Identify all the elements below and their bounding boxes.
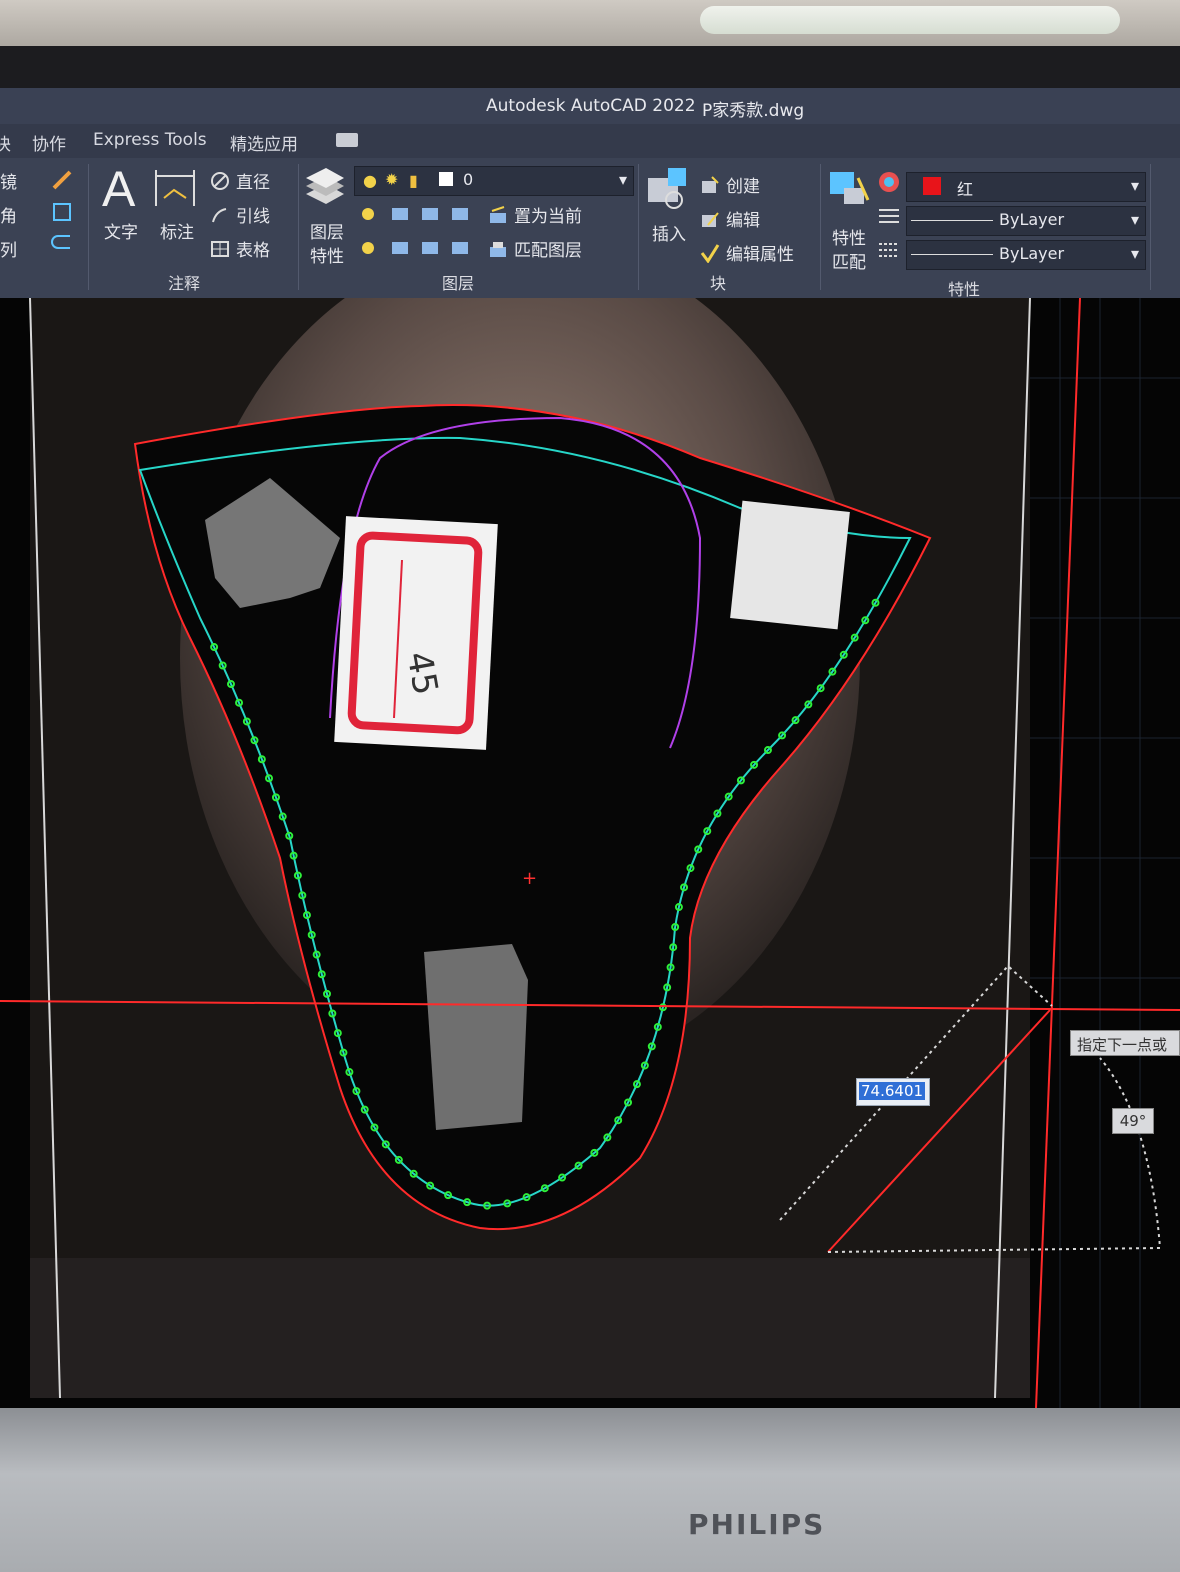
- match-properties-line1[interactable]: 特性: [832, 224, 866, 249]
- lock-icon: ▮: [409, 171, 418, 190]
- drawing-area[interactable]: 45 +: [0, 298, 1180, 1408]
- edit-attributes-icon: [700, 243, 720, 263]
- ceiling-lamp: [700, 6, 1120, 34]
- tab-express-tools[interactable]: Express Tools: [93, 130, 207, 150]
- edit-block-icon: [702, 211, 719, 227]
- crosshair-vertical: [1035, 298, 1081, 1408]
- file-name: P家秀款.dwg: [702, 101, 805, 121]
- tab-collaborate[interactable]: 协作: [32, 130, 66, 155]
- insert-icon[interactable]: [646, 166, 690, 212]
- label-sticker: [334, 516, 498, 750]
- autocad-window: Autodesk AutoCAD 2022 P家秀款.dwg 块 协作 Expr…: [0, 88, 1180, 1408]
- edit-block-button[interactable]: 编辑: [700, 206, 760, 231]
- create-block-button[interactable]: 创建: [700, 172, 760, 197]
- table-label: 表格: [236, 241, 270, 261]
- create-block-icon: [702, 175, 719, 193]
- table-button[interactable]: 表格: [210, 236, 270, 261]
- create-block-label: 创建: [726, 177, 760, 197]
- diameter-icon: [211, 171, 229, 190]
- color-swatch: [923, 177, 941, 195]
- set-current-label: 置为当前: [514, 207, 582, 227]
- match-layer-label: 匹配图层: [514, 241, 582, 261]
- lineweight-dropdown[interactable]: ByLayer ▾: [906, 206, 1146, 236]
- ribbon-tabs: 块 协作 Express Tools 精选应用: [0, 124, 1180, 158]
- sun-icon: ✹: [385, 170, 399, 189]
- set-current-button[interactable]: 置为当前: [488, 202, 582, 227]
- color-value: 红: [957, 180, 974, 199]
- tab-featured-apps[interactable]: 精选应用: [230, 130, 298, 155]
- ribbon-stub-1[interactable]: 镜: [0, 168, 17, 193]
- label-sticker-text: 45: [399, 649, 446, 699]
- monitor-bezel-top: [0, 46, 1180, 90]
- match-properties-line2[interactable]: 匹配: [832, 248, 866, 273]
- room-ceiling: [0, 0, 1180, 52]
- drawing-canvas[interactable]: 45 +: [0, 298, 1180, 1408]
- properties-panel-label[interactable]: 特性: [948, 276, 980, 300]
- edit-block-label: 编辑: [726, 211, 760, 231]
- current-layer: 0: [463, 170, 474, 189]
- white-patch: [730, 500, 850, 630]
- chevron-down-icon: ▾: [1130, 176, 1139, 195]
- text-icon[interactable]: A: [102, 164, 135, 214]
- grid: [1030, 298, 1180, 1408]
- linetype-value: ByLayer: [999, 244, 1065, 263]
- edit-attributes-button[interactable]: 编辑属性: [700, 240, 794, 265]
- match-properties-icon[interactable]: [828, 170, 872, 212]
- tab-block[interactable]: 块: [0, 130, 11, 155]
- property-icons: [879, 172, 899, 257]
- monitor-brand-logo: PHILIPS: [688, 1508, 826, 1541]
- layer-properties-icon[interactable]: [304, 164, 346, 208]
- linetype-dropdown[interactable]: ByLayer ▾: [906, 240, 1146, 270]
- layers-panel-label[interactable]: 图层: [442, 270, 474, 294]
- center-cross: +: [522, 868, 537, 889]
- table-icon: [211, 240, 229, 257]
- app-title: Autodesk AutoCAD 2022: [486, 96, 696, 116]
- lineweight-value: ByLayer: [999, 210, 1065, 229]
- dimension-button[interactable]: 标注: [160, 218, 194, 243]
- dimension-icon[interactable]: [152, 166, 198, 210]
- edit-attributes-label: 编辑属性: [726, 245, 794, 265]
- monitor-bezel-bottom: [0, 1408, 1180, 1572]
- ribbon-stub-3[interactable]: 列: [0, 236, 17, 261]
- reference-photo-lower: [30, 1258, 1030, 1398]
- layer-tool-icons[interactable]: [356, 202, 486, 266]
- set-current-icon: [490, 205, 506, 223]
- layer-dropdown[interactable]: ● ✹ ▮ 0 ▾: [354, 166, 634, 196]
- match-layer-button[interactable]: 匹配图层: [488, 236, 582, 261]
- tape-patch-2: [424, 944, 528, 1130]
- workspace-switch-icon[interactable]: [336, 133, 358, 147]
- leader-button[interactable]: 引线: [210, 202, 270, 227]
- layer-properties-line2[interactable]: 特性: [310, 242, 344, 267]
- lightbulb-icon: ●: [363, 171, 377, 190]
- distance-value: 74.6401: [859, 1082, 926, 1100]
- modify-icons[interactable]: [48, 166, 78, 256]
- leader-icon: [212, 207, 227, 222]
- annotation-panel-label[interactable]: 注释: [168, 270, 200, 294]
- match-layer-icon: [490, 241, 506, 257]
- chevron-down-icon: ▾: [1130, 244, 1139, 263]
- block-panel-label[interactable]: 块: [710, 270, 726, 294]
- dynamic-input-distance[interactable]: 74.6401: [856, 1078, 930, 1106]
- diameter-label: 直径: [236, 173, 270, 193]
- ribbon: 镜 角 列 A 文字 标注 直径 引线 表格 注释 图层 特性 ● ✹ ▮ 0 …: [0, 158, 1180, 300]
- layer-color-swatch: [439, 172, 453, 186]
- text-button[interactable]: 文字: [104, 218, 138, 243]
- leader-label: 引线: [236, 207, 270, 227]
- chevron-down-icon: ▾: [618, 170, 627, 189]
- layer-properties-line1[interactable]: 图层: [310, 218, 344, 243]
- chevron-down-icon: ▾: [1130, 210, 1139, 229]
- command-prompt-tooltip: 指定下一点或: [1070, 1030, 1180, 1056]
- title-bar: Autodesk AutoCAD 2022 P家秀款.dwg: [0, 88, 1180, 124]
- ribbon-stub-2[interactable]: 角: [0, 202, 17, 227]
- dynamic-input-angle[interactable]: 49°: [1112, 1108, 1154, 1134]
- color-dropdown[interactable]: 红 ▾: [906, 172, 1146, 202]
- insert-button[interactable]: 插入: [652, 220, 686, 245]
- diameter-button[interactable]: 直径: [210, 168, 270, 193]
